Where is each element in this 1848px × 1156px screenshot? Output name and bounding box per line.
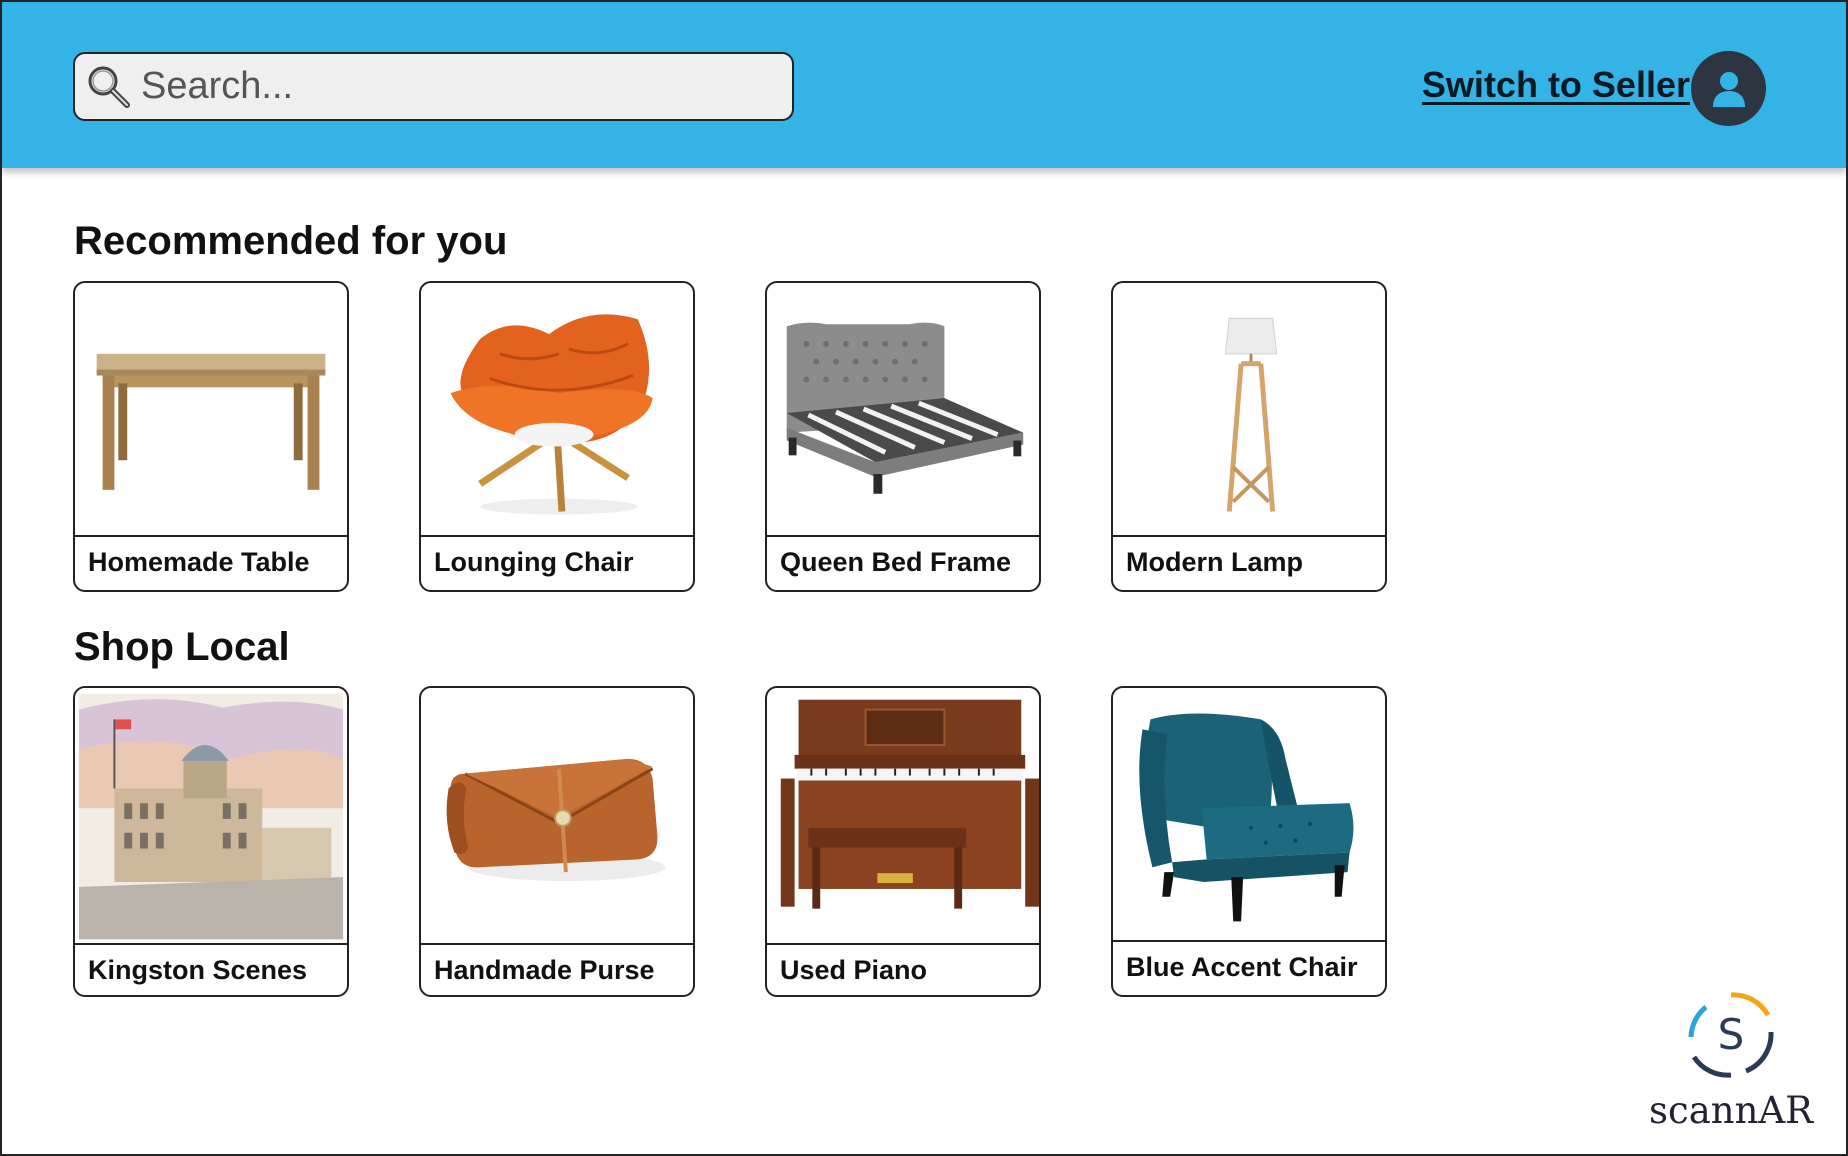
search-bar[interactable] — [73, 52, 794, 121]
blue-chair-image — [1139, 713, 1354, 922]
shop-local-heading: Shop Local — [74, 625, 290, 669]
purse-image — [446, 758, 666, 882]
orange-chair-image — [450, 314, 653, 515]
logo-letter: S — [1718, 1010, 1745, 1059]
brand-name: scannAR — [1648, 1089, 1813, 1132]
search-icon — [88, 66, 130, 108]
product-card-kingston-scenes[interactable]: Kingston Scenes — [73, 686, 349, 997]
product-label: Lounging Chair — [421, 535, 693, 590]
product-label: Blue Accent Chair — [1113, 940, 1385, 995]
painting-image — [78, 693, 344, 940]
product-label: Homemade Table — [75, 535, 347, 590]
product-label: Kingston Scenes — [75, 943, 347, 995]
table-image — [96, 353, 326, 490]
piano-image — [780, 699, 1039, 909]
product-label: Modern Lamp — [1113, 535, 1385, 590]
floor-lamp-image — [1224, 317, 1278, 512]
product-card-queen-bed-frame[interactable]: Queen Bed Frame — [765, 281, 1041, 592]
product-card-blue-accent-chair[interactable]: Blue Accent Chair — [1111, 686, 1387, 997]
product-label: Queen Bed Frame — [767, 535, 1039, 590]
product-label: Used Piano — [767, 943, 1039, 995]
user-avatar-button[interactable] — [1691, 51, 1766, 126]
search-input[interactable] — [135, 54, 792, 119]
product-label: Handmade Purse — [421, 943, 693, 995]
product-card-used-piano[interactable]: Used Piano — [765, 686, 1041, 997]
app-window: Switch to Seller Recommended for you Hom… — [0, 0, 1848, 1156]
product-card-modern-lamp[interactable]: Modern Lamp — [1111, 281, 1387, 592]
user-icon — [1712, 71, 1745, 107]
product-card-handmade-purse[interactable]: Handmade Purse — [419, 686, 695, 997]
scannar-logo: S scannAR — [1646, 987, 1816, 1132]
bed-frame-image — [786, 322, 1024, 494]
recommended-heading: Recommended for you — [74, 219, 508, 263]
switch-to-seller-link[interactable]: Switch to Seller — [1422, 64, 1690, 106]
top-bar: Switch to Seller — [2, 2, 1846, 168]
product-card-homemade-table[interactable]: Homemade Table — [73, 281, 349, 592]
product-card-lounging-chair[interactable]: Lounging Chair — [419, 281, 695, 592]
logo-ring-icon: S — [1688, 992, 1774, 1078]
